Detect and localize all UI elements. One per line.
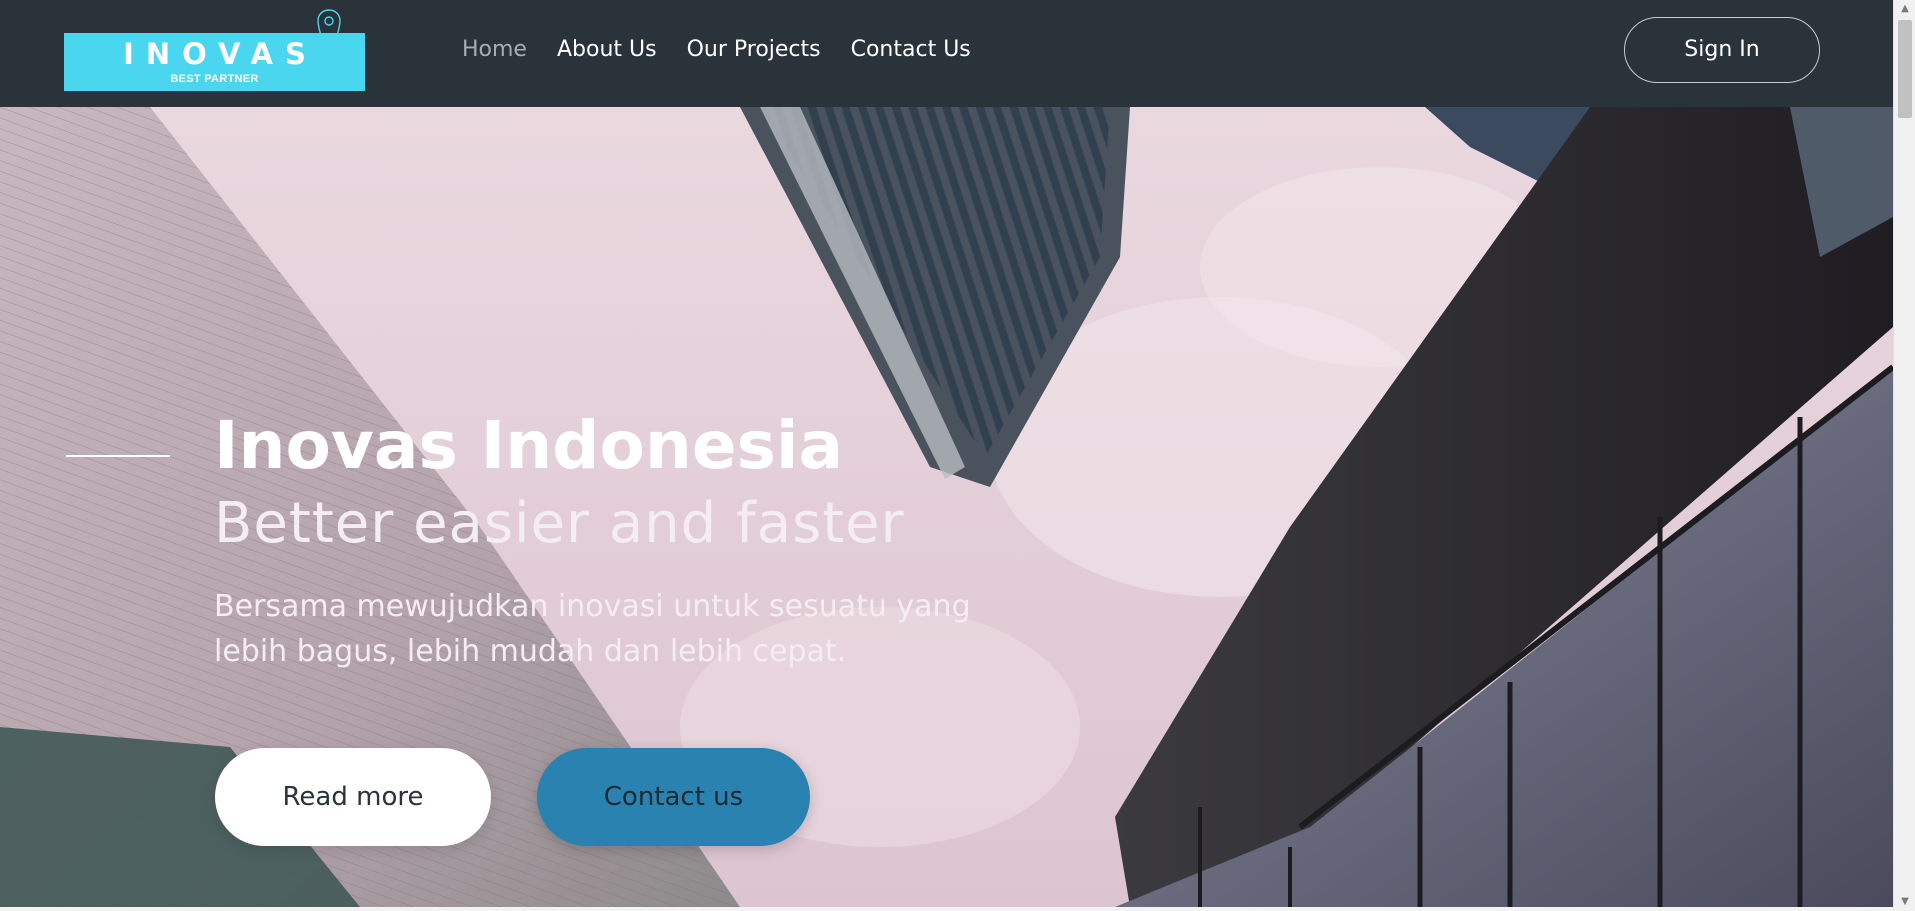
scrollbar-thumb[interactable] <box>1898 20 1912 118</box>
map-pin-icon <box>317 9 341 62</box>
brand-tagline: BEST PARTNER <box>170 73 259 85</box>
triangle-down-icon[interactable]: ▼ <box>1894 893 1915 911</box>
nav-contact-us[interactable]: Contact Us <box>851 34 971 66</box>
vertical-scrollbar[interactable]: ▲ ▼ <box>1893 0 1915 911</box>
nav-home[interactable]: Home <box>462 34 527 66</box>
main-nav: Home About Us Our Projects Contact Us <box>462 34 1001 66</box>
sign-in-button[interactable]: Sign In <box>1624 17 1820 83</box>
page-bottom-edge <box>0 907 1893 911</box>
nav-our-projects[interactable]: Our Projects <box>687 34 821 66</box>
triangle-up-icon[interactable]: ▲ <box>1894 0 1915 18</box>
nav-about-us[interactable]: About Us <box>557 34 657 66</box>
hero-section: Inovas Indonesia Better easier and faste… <box>0 107 1893 907</box>
read-more-button[interactable]: Read more <box>215 748 491 846</box>
top-navbar: INOVAS BEST PARTNER Home About Us Our Pr… <box>0 0 1893 107</box>
hero-subtitle: Better easier and faster <box>214 491 905 556</box>
hero-title: Inovas Indonesia <box>214 407 844 484</box>
contact-us-button[interactable]: Contact us <box>537 748 810 846</box>
hero-accent-line <box>66 455 170 457</box>
hero-description: Bersama mewujudkan inovasi untuk sesuatu… <box>214 589 971 669</box>
